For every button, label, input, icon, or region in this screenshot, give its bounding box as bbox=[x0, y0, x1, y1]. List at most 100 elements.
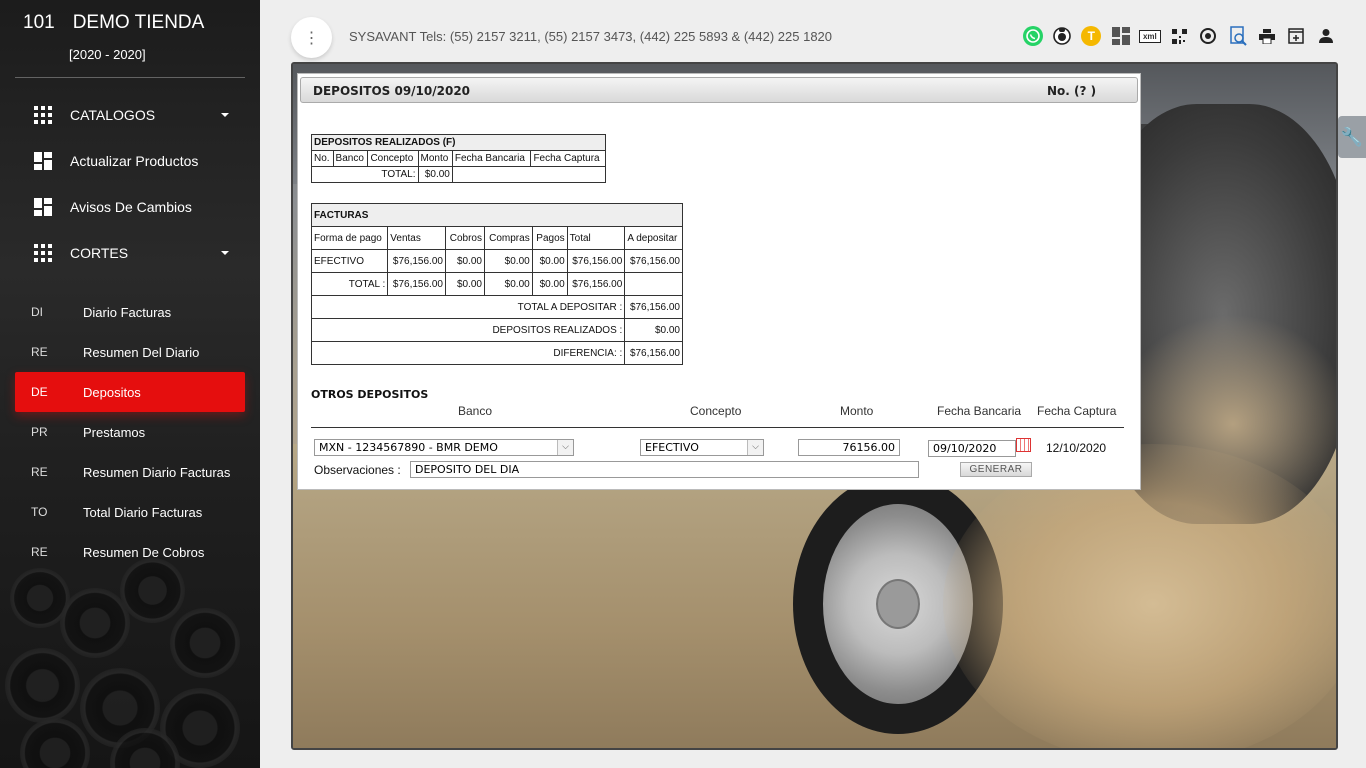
page-header-title: SYSAVANT Tels: (55) 2157 3211, (55) 2157… bbox=[349, 29, 833, 44]
chevron-down-icon: ⌵ bbox=[557, 440, 573, 455]
total-label: TOTAL: bbox=[311, 166, 419, 183]
subnav-abbr: PR bbox=[31, 425, 48, 439]
xml-icon[interactable]: xml bbox=[1135, 24, 1164, 48]
summary-value: $0.00 bbox=[624, 318, 683, 342]
nav-item-label: CATALOGOS bbox=[70, 107, 156, 123]
user-icon[interactable] bbox=[1311, 24, 1340, 48]
column-header: Forma de pago bbox=[310, 226, 389, 250]
concepto-selected-value: EFECTIVO bbox=[645, 441, 699, 454]
concepto-select[interactable]: EFECTIVO ⌵ bbox=[640, 439, 764, 456]
subnav-item-depositos[interactable]: DE Depositos bbox=[15, 372, 245, 412]
nav-item-avisos-de-cambios[interactable]: Avisos De Cambios bbox=[15, 187, 245, 227]
diferencia-row: DIFERENCIA: : $76,156.00 bbox=[310, 341, 683, 365]
subnav-label: Diario Facturas bbox=[83, 304, 172, 320]
new-window-icon[interactable] bbox=[1282, 24, 1311, 48]
summary-value: $76,156.00 bbox=[624, 295, 683, 319]
depositos-realizados-table: DEPOSITOS REALIZADOS (F) No. Banco Conce… bbox=[311, 134, 607, 183]
table-cell: $76,156.00 bbox=[387, 249, 446, 273]
subnav-item-resumen-de-cobros[interactable]: RE Resumen De Cobros bbox=[15, 532, 245, 572]
nav-item-label: CORTES bbox=[70, 245, 129, 261]
summary-label: DIFERENCIA: : bbox=[310, 341, 626, 365]
column-header: Compras bbox=[483, 226, 533, 250]
summary-label: DEPOSITOS REALIZADOS : bbox=[310, 318, 626, 342]
column-header: Ventas bbox=[387, 226, 446, 250]
observaciones-input[interactable]: DEPOSITO DEL DIA bbox=[410, 461, 919, 478]
grid-icon bbox=[15, 106, 70, 124]
fecha-bancaria-input[interactable]: 09/10/2020 bbox=[928, 440, 1016, 457]
t-badge-text: T bbox=[1081, 26, 1102, 46]
t-badge-icon[interactable]: T bbox=[1077, 24, 1106, 48]
toolbar-icons: T xml bbox=[1018, 24, 1340, 48]
dashboard-icon[interactable] bbox=[1106, 24, 1135, 48]
divider bbox=[311, 427, 1124, 428]
store-name: DEMO TIENDA bbox=[72, 12, 205, 33]
table-cell: TOTAL : bbox=[310, 272, 389, 296]
table-cell: $0.00 bbox=[531, 249, 568, 273]
table-total-row: TOTAL: $0.00 bbox=[311, 166, 607, 183]
settings-wrench-button[interactable]: 🔧 bbox=[1338, 116, 1366, 158]
nav-item-catalogos[interactable]: CATALOGOS bbox=[15, 95, 245, 135]
dashboard-icon bbox=[15, 198, 70, 216]
column-header: Fecha Captura bbox=[530, 150, 606, 167]
xml-label: xml bbox=[1138, 29, 1161, 43]
total-value: $0.00 bbox=[417, 166, 453, 183]
store-period: [2020 - 2020] bbox=[69, 47, 146, 62]
whatsapp-icon[interactable] bbox=[1018, 24, 1047, 48]
generar-button[interactable]: GENERAR bbox=[960, 462, 1032, 477]
table-cell: $0.00 bbox=[483, 249, 533, 273]
column-header: Pagos bbox=[531, 226, 568, 250]
chevron-down-icon: ⌵ bbox=[747, 440, 763, 455]
table-cell: $0.00 bbox=[531, 272, 568, 296]
subnav-label: Depositos bbox=[83, 384, 141, 400]
table-title: FACTURAS bbox=[311, 203, 683, 227]
store-brand: 101 DEMO TIENDA bbox=[23, 12, 204, 34]
subnav-item-total-diario-facturas[interactable]: TO Total Diario Facturas bbox=[15, 492, 245, 532]
nav-item-label: Avisos De Cambios bbox=[70, 199, 192, 215]
subnav-abbr: DI bbox=[31, 305, 43, 319]
otros-depositos-title: OTROS DEPOSITOS bbox=[311, 388, 429, 401]
total-a-depositar-row: TOTAL A DEPOSITAR : $76,156.00 bbox=[310, 295, 683, 319]
column-header-monto: Monto bbox=[840, 404, 874, 418]
target-icon[interactable] bbox=[1194, 24, 1223, 48]
table-header-row: Forma de pago Ventas Cobros Compras Pago… bbox=[310, 226, 683, 250]
table-cell: $0.00 bbox=[444, 249, 485, 273]
column-header-fecha-captura: Fecha Captura bbox=[1037, 404, 1117, 418]
panel-title: DEPOSITOS 09/10/2020 bbox=[313, 84, 471, 98]
column-header: Monto bbox=[417, 150, 453, 167]
wrench-icon: 🔧 bbox=[1340, 126, 1364, 147]
column-header: A depositar bbox=[624, 226, 683, 250]
calendar-icon[interactable] bbox=[1016, 438, 1031, 452]
facturas-table: FACTURAS Forma de pago Ventas Cobros Com… bbox=[310, 203, 683, 365]
table-total-row: TOTAL : $76,156.00 $0.00 $0.00 $0.00 $76… bbox=[310, 272, 683, 296]
search-document-icon[interactable] bbox=[1223, 24, 1252, 48]
table-cell: EFECTIVO bbox=[310, 249, 389, 273]
subnav-abbr: RE bbox=[31, 465, 48, 479]
panel-header: DEPOSITOS 09/10/2020 No. (? ) bbox=[300, 77, 1138, 103]
subnav-item-prestamos[interactable]: PR Prestamos bbox=[15, 412, 245, 452]
nav-item-label: Actualizar Productos bbox=[70, 153, 199, 169]
subnav-label: Total Diario Facturas bbox=[83, 504, 203, 520]
qr-code-icon[interactable] bbox=[1164, 24, 1193, 48]
caret-down-icon bbox=[221, 251, 229, 255]
table-title: DEPOSITOS REALIZADOS (F) bbox=[311, 134, 606, 151]
print-icon[interactable] bbox=[1252, 24, 1281, 48]
nav-item-actualizar-productos[interactable]: Actualizar Productos bbox=[15, 141, 245, 181]
dashboard-icon bbox=[15, 152, 70, 170]
column-header: Fecha Bancaria bbox=[451, 150, 532, 167]
more-menu-button[interactable]: ⋮ bbox=[291, 17, 332, 58]
banco-select[interactable]: MXN - 1234567890 - BMR DEMO ⌵ bbox=[314, 439, 574, 456]
subnav-abbr: RE bbox=[31, 345, 48, 359]
support-icon[interactable] bbox=[1047, 24, 1076, 48]
observaciones-label: Observaciones : bbox=[314, 463, 401, 477]
subnav-item-resumen-del-diario[interactable]: RE Resumen Del Diario bbox=[15, 332, 245, 372]
banco-selected-value: MXN - 1234567890 - BMR DEMO bbox=[319, 441, 498, 454]
nav-item-cortes[interactable]: CORTES bbox=[15, 233, 245, 273]
store-code: 101 bbox=[23, 12, 55, 33]
monto-input[interactable]: 76156.00 bbox=[798, 439, 900, 456]
subnav-label: Prestamos bbox=[83, 424, 146, 440]
subnav-label: Resumen Del Diario bbox=[83, 344, 200, 360]
column-header: Total bbox=[566, 226, 626, 250]
subnav-item-resumen-diario-facturas[interactable]: RE Resumen Diario Facturas bbox=[15, 452, 245, 492]
subnav-item-diario-facturas[interactable]: DI Diario Facturas bbox=[15, 292, 245, 332]
column-header: No. bbox=[311, 150, 334, 167]
